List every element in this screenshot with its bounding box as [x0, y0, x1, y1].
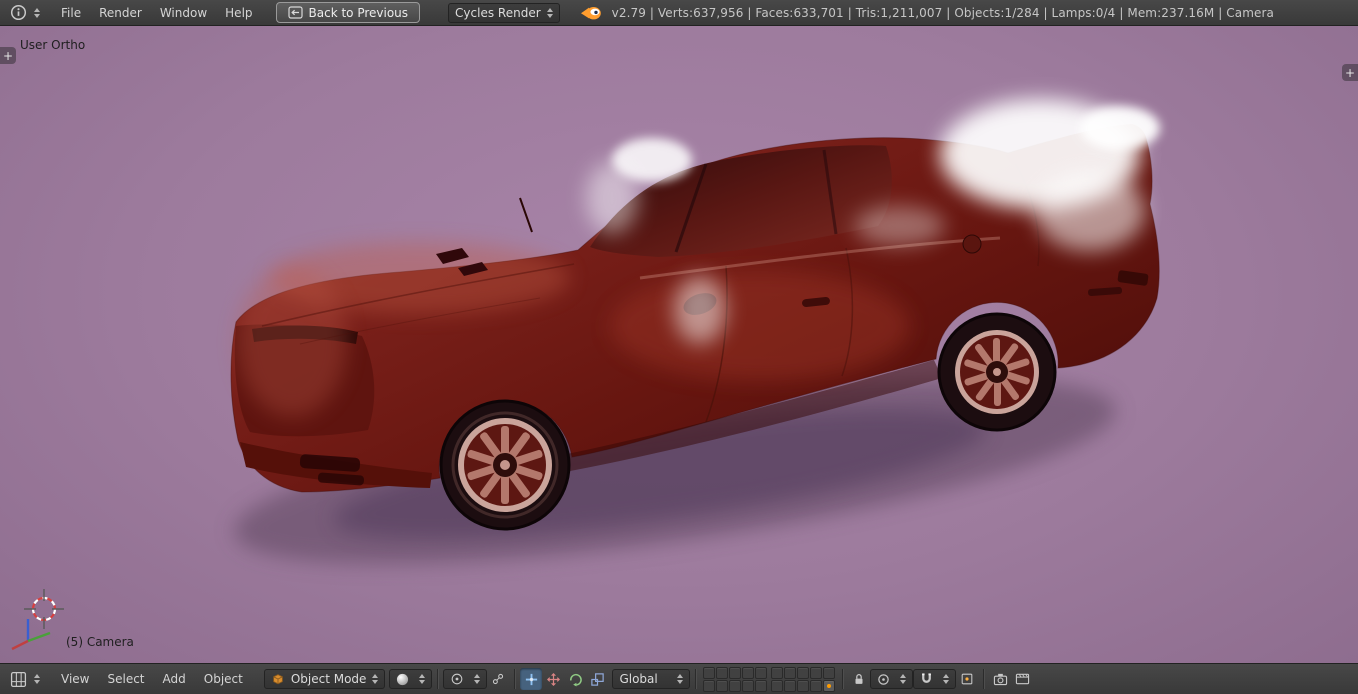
render-engine-dropdown[interactable]: Cycles Render — [448, 2, 560, 23]
layer-button[interactable] — [742, 666, 755, 679]
antenna — [519, 197, 533, 233]
layer-button[interactable] — [716, 666, 729, 679]
snap-dropdown[interactable] — [913, 669, 957, 689]
viewport-render — [230, 99, 1160, 564]
layer-button[interactable] — [771, 679, 784, 692]
layer-button-active[interactable] — [823, 679, 836, 692]
layer-button[interactable] — [729, 666, 742, 679]
render-film-icon — [1015, 673, 1030, 685]
chevron-updown-icon — [34, 7, 40, 18]
scale-icon — [591, 672, 604, 686]
layer-button[interactable] — [784, 679, 797, 692]
chevron-updown-icon — [943, 674, 950, 684]
lock-to-scene-button[interactable] — [848, 668, 870, 690]
3d-cursor-icon — [24, 589, 64, 629]
layer-button[interactable] — [716, 679, 729, 692]
editor-type-selector-3dview[interactable] — [6, 669, 44, 690]
menu-file[interactable]: File — [52, 3, 90, 23]
info-editor-icon — [10, 4, 27, 21]
proportional-edit-dropdown[interactable] — [870, 669, 914, 689]
shading-sphere-icon — [397, 673, 409, 685]
fuel-cap — [962, 234, 982, 254]
layer-button[interactable] — [703, 679, 716, 692]
blender-logo-icon — [580, 6, 601, 19]
orientation-label: Global — [619, 672, 658, 686]
layer-button[interactable] — [703, 666, 716, 679]
manipulator-axis-icon — [525, 673, 538, 685]
pivot-align-toggle[interactable] — [487, 668, 509, 690]
editor-type-selector-info[interactable] — [6, 2, 44, 23]
opengl-render-anim-button[interactable] — [1011, 668, 1033, 690]
menu-object[interactable]: Object — [195, 669, 252, 689]
menu-select[interactable]: Select — [98, 669, 153, 689]
mini-axis-gizmo — [11, 589, 64, 651]
layer-button[interactable] — [823, 666, 836, 679]
viewport-3d[interactable]: User Ortho (5) Camera + + — [0, 26, 1358, 663]
layer-button[interactable] — [810, 679, 823, 692]
back-to-previous-button[interactable]: Back to Previous — [275, 2, 421, 23]
menu-help[interactable]: Help — [216, 3, 261, 23]
layers-group-left — [703, 666, 768, 692]
transform-orientation-dropdown[interactable]: Global — [612, 669, 691, 689]
translate-icon — [546, 672, 560, 686]
layer-button[interactable] — [797, 679, 810, 692]
blender-window: { "top_header": { "menus": [ {"label": "… — [0, 0, 1358, 694]
front-wheel — [439, 399, 571, 531]
chevron-updown-icon — [419, 674, 426, 684]
scale-manipulator-button[interactable] — [586, 668, 608, 690]
back-button-label: Back to Previous — [308, 5, 409, 20]
rear-wheel — [937, 312, 1057, 432]
layer-button[interactable] — [810, 666, 823, 679]
chevron-updown-icon — [677, 674, 684, 684]
layer-button[interactable] — [771, 666, 784, 679]
mode-label: Object Mode — [290, 672, 367, 686]
render-engine-label: Cycles Render — [455, 5, 541, 20]
menu-add[interactable]: Add — [154, 669, 195, 689]
translate-manipulator-button[interactable] — [542, 668, 564, 690]
3d-view-editor-icon — [10, 671, 27, 687]
opengl-render-still-button[interactable] — [989, 668, 1011, 690]
back-arrow-icon — [287, 6, 303, 19]
lock-icon — [855, 674, 863, 684]
layers-group-right — [771, 666, 836, 692]
rotate-icon — [569, 673, 582, 687]
chevron-updown-icon — [474, 674, 481, 684]
render-camera-icon — [993, 673, 1008, 686]
layer-button[interactable] — [784, 666, 797, 679]
snap-element-icon — [962, 673, 973, 685]
object-mode-cube-icon — [273, 674, 283, 685]
layer-button[interactable] — [742, 679, 755, 692]
menu-view[interactable]: View — [52, 669, 98, 689]
menu-render[interactable]: Render — [90, 3, 151, 23]
top-header: File Render Window Help Back to Previous… — [0, 0, 1358, 26]
proportional-edit-icon — [878, 673, 890, 685]
manipulator-toggle[interactable] — [520, 668, 543, 690]
rotate-manipulator-button[interactable] — [564, 668, 586, 690]
pivot-align-icon — [493, 673, 504, 685]
layer-button[interactable] — [797, 666, 810, 679]
snap-element-button[interactable] — [956, 668, 978, 690]
scene-statistics: v2.79 | Verts:637,956 | Faces:633,701 | … — [611, 5, 1274, 20]
chevron-updown-icon — [372, 674, 379, 684]
mode-dropdown[interactable]: Object Mode — [263, 669, 386, 689]
chevron-updown-icon — [900, 674, 907, 684]
pivot-point-icon — [452, 673, 463, 685]
magnet-icon — [922, 673, 932, 683]
chevron-updown-icon — [34, 674, 40, 684]
layer-button[interactable] — [729, 679, 742, 692]
chevron-updown-icon — [546, 7, 553, 18]
layer-button[interactable] — [755, 666, 768, 679]
pivot-point-dropdown[interactable] — [443, 669, 488, 689]
layer-button[interactable] — [755, 679, 768, 692]
viewport-header: View Select Add Object Object Mode Globa… — [0, 663, 1358, 694]
menu-window[interactable]: Window — [151, 3, 216, 23]
viewport-shading-dropdown[interactable] — [389, 669, 433, 689]
